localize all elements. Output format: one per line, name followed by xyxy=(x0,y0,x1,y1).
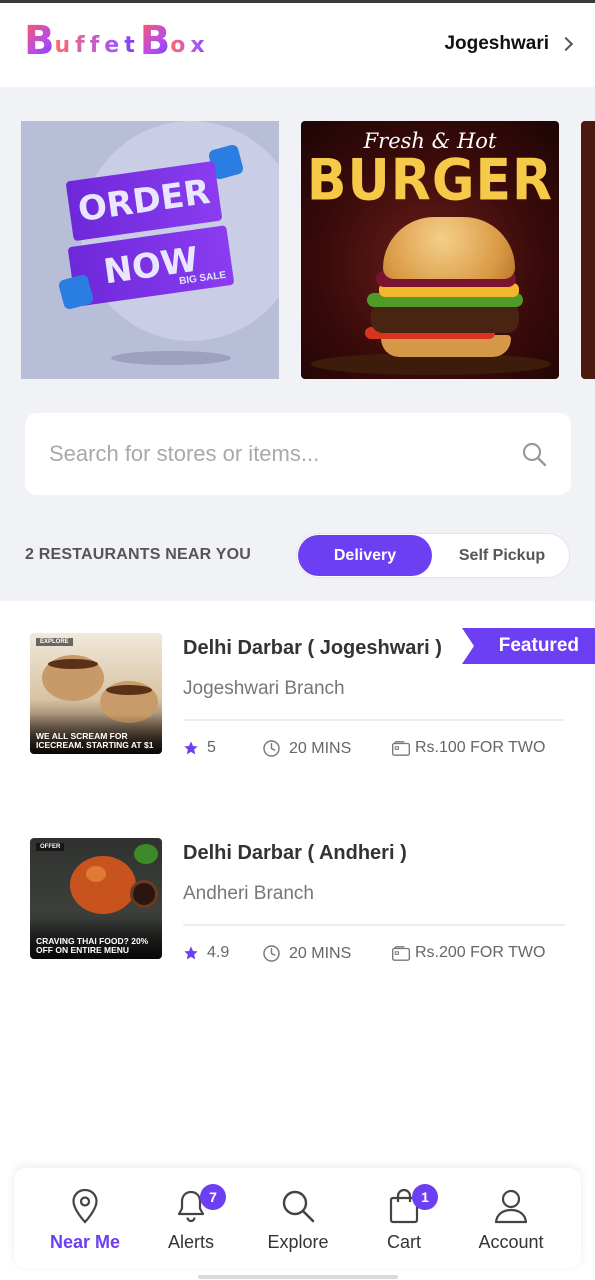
delivery-time: 20 MINS xyxy=(262,739,351,758)
logo-text-ox: ox xyxy=(170,31,209,61)
chevron-right-icon xyxy=(558,36,574,52)
rating: 4.9 xyxy=(183,944,229,962)
home-indicator[interactable] xyxy=(198,1275,398,1279)
banner-shadow xyxy=(111,351,231,365)
nav-cart[interactable]: Cart 1 xyxy=(350,1168,458,1268)
chocolate-drizzle-image xyxy=(48,659,98,669)
star-icon xyxy=(184,946,198,960)
wallet-icon xyxy=(392,945,410,961)
delivery-time: 20 MINS xyxy=(262,944,351,963)
logo-letter-b: B xyxy=(24,18,55,64)
restaurant-thumbnail: EXPLORE WE ALL SCREAM FOR ICECREAM. STAR… xyxy=(30,633,162,754)
map-pin-icon xyxy=(72,1188,98,1224)
clock-icon xyxy=(263,945,280,962)
burger-patty-image xyxy=(371,303,519,333)
nav-label: Account xyxy=(478,1232,544,1252)
self-pickup-tab[interactable]: Self Pickup xyxy=(437,535,567,576)
divider xyxy=(183,719,565,721)
restaurant-branch: Jogeshwari Branch xyxy=(183,678,345,699)
restaurant-thumbnail: OFFER CRAVING THAI FOOD? 20% OFF ON ENTI… xyxy=(30,838,162,959)
search-input[interactable]: Search for stores or items... xyxy=(49,441,521,467)
cart-count-badge: 1 xyxy=(412,1184,438,1210)
app-header: B uffet B ox Jogeshwari xyxy=(0,3,595,87)
promo-banner-burger[interactable]: Fresh & Hot BURGER xyxy=(301,121,559,379)
herb-garnish-image xyxy=(134,844,158,864)
price-value: Rs.100 FOR TWO xyxy=(415,739,546,756)
sauce-bowl-image xyxy=(130,880,158,908)
rating-value: 4.9 xyxy=(207,944,230,961)
divider xyxy=(183,924,565,926)
search-icon[interactable] xyxy=(521,441,547,467)
price-value: Rs.200 FOR TWO xyxy=(415,944,546,961)
logo-letter-b2: B xyxy=(139,18,171,64)
user-icon xyxy=(494,1189,528,1224)
delivery-mode-toggle: Delivery Self Pickup xyxy=(296,533,570,578)
price-for-two: Rs.200 FOR TWO xyxy=(391,944,545,962)
food-plate-image xyxy=(70,856,136,914)
rating: 5 xyxy=(183,739,216,757)
delivery-time-value: 20 MINS xyxy=(289,944,352,962)
search-bar[interactable]: Search for stores or items... xyxy=(25,413,571,495)
nav-label: Explore xyxy=(267,1232,329,1252)
nav-explore[interactable]: Explore xyxy=(244,1168,352,1268)
banner-burger-title: BURGER xyxy=(306,148,554,214)
nav-label: Near Me xyxy=(49,1232,121,1252)
restaurant-card[interactable]: OFFER CRAVING THAI FOOD? 20% OFF ON ENTI… xyxy=(0,838,595,978)
wallet-icon xyxy=(392,740,410,756)
chocolate-drizzle-image xyxy=(106,685,152,695)
nav-alerts[interactable]: Alerts 7 xyxy=(137,1168,245,1268)
rating-value: 5 xyxy=(207,739,216,756)
featured-badge: Featured xyxy=(462,628,595,664)
search-icon xyxy=(282,1190,315,1223)
food-piece-image xyxy=(86,866,106,882)
location-selector[interactable]: Jogeshwari xyxy=(444,33,574,55)
location-label: Jogeshwari xyxy=(444,33,549,54)
delivery-tab[interactable]: Delivery xyxy=(298,535,432,576)
thumbnail-caption: CRAVING THAI FOOD? 20% OFF ON ENTIRE MEN… xyxy=(36,936,149,955)
nav-account[interactable]: Account xyxy=(457,1168,565,1268)
thumbnail-tag: OFFER xyxy=(36,843,65,851)
alerts-count-badge: 7 xyxy=(200,1184,226,1210)
restaurants-count-label: 2 RESTAURANTS NEAR YOU xyxy=(25,546,252,563)
star-icon xyxy=(184,741,198,755)
delivery-time-value: 20 MINS xyxy=(289,739,352,757)
nav-near-me[interactable]: Near Me xyxy=(31,1168,139,1268)
restaurant-card[interactable]: EXPLORE WE ALL SCREAM FOR ICECREAM. STAR… xyxy=(0,628,595,773)
nav-label: Alerts xyxy=(167,1232,214,1252)
restaurant-name[interactable]: Delhi Darbar ( Jogeshwari ) xyxy=(183,637,442,660)
buffetbox-logo[interactable]: B uffet B ox xyxy=(24,17,210,61)
promo-banner-order-now[interactable]: ORDER NOW BIG SALE xyxy=(21,121,279,379)
thumbnail-tag: EXPLORE xyxy=(36,638,73,646)
burger-bun-top-image xyxy=(383,217,515,279)
thumbnail-caption: WE ALL SCREAM FOR ICECREAM. STARTING AT … xyxy=(36,731,154,750)
logo-text-uffet: uffet xyxy=(55,31,140,61)
bottom-navigation: Near Me Alerts 7 Explore Cart 1 Account xyxy=(14,1168,581,1268)
restaurant-branch: Andheri Branch xyxy=(183,883,314,904)
promo-banner-third[interactable] xyxy=(581,121,595,379)
clock-icon xyxy=(263,740,280,757)
restaurant-name[interactable]: Delhi Darbar ( Andheri ) xyxy=(183,842,407,865)
price-for-two: Rs.100 FOR TWO xyxy=(391,739,545,757)
nav-label: Cart xyxy=(386,1232,421,1252)
